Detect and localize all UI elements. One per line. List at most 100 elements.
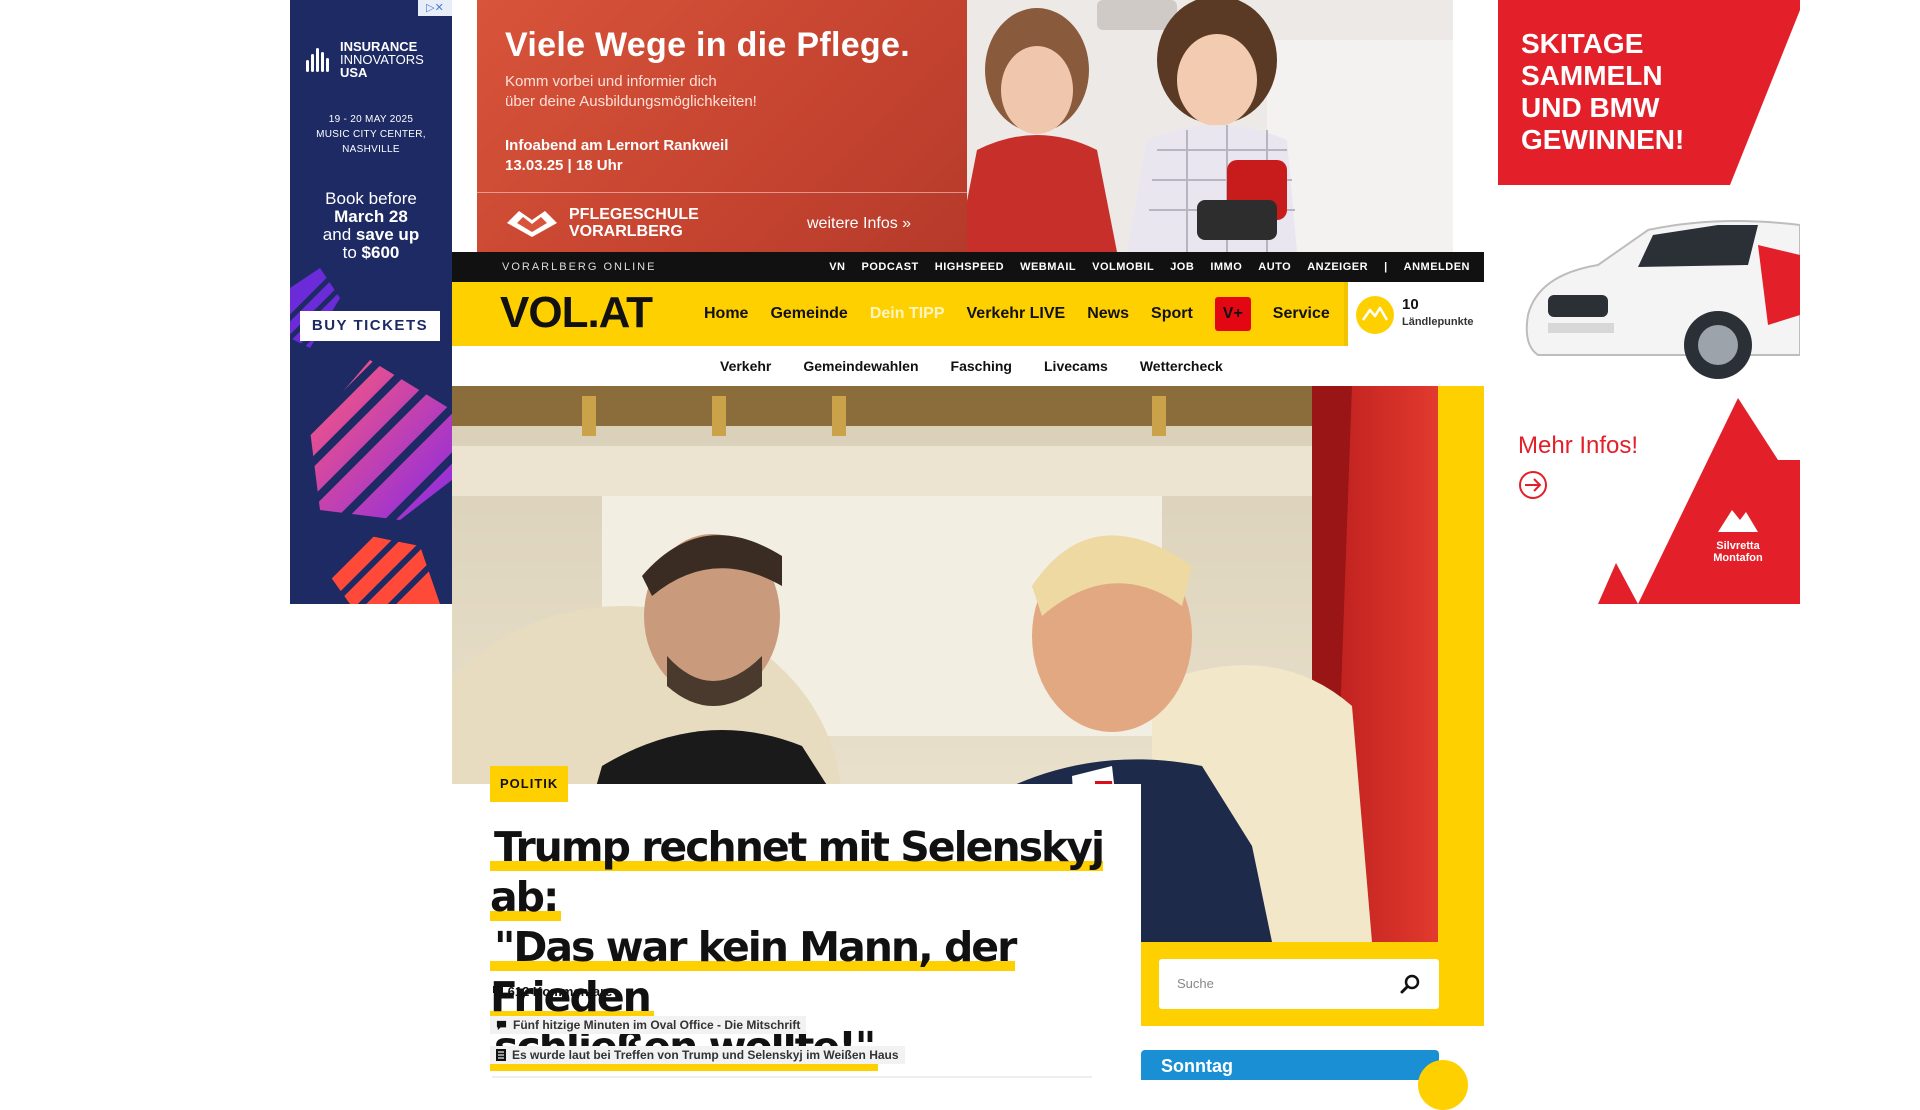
laendlepunkte-label: Ländlepunkte bbox=[1402, 316, 1474, 328]
ad-headline: Viele Wege in die Pflege. bbox=[505, 26, 910, 64]
book-line-4a: to bbox=[342, 243, 357, 262]
comment-icon bbox=[493, 986, 503, 996]
weather-widget[interactable]: Sonntag bbox=[1141, 1050, 1439, 1080]
adchoices-icon[interactable]: ▷✕ bbox=[418, 0, 452, 16]
ad-divider bbox=[477, 192, 967, 193]
topbar-separator: | bbox=[1384, 261, 1388, 273]
vol-at-logo[interactable]: VOL.AT bbox=[500, 288, 653, 338]
ad-subtext-line-1: Komm vorbei und informier dich bbox=[505, 73, 717, 90]
ad-event-title: Infoabend am Lernort Rankweil bbox=[505, 137, 729, 154]
pflegeschule-name: PFLEGESCHULE VORARLBERG bbox=[569, 206, 699, 240]
logo-bars-icon bbox=[306, 46, 334, 72]
nav-item-sport[interactable]: Sport bbox=[1151, 305, 1193, 323]
headline-article[interactable]: POLITIK Trump rechnet mit Selenskyj ab: … bbox=[452, 766, 1141, 1080]
ad-subtext: Komm vorbei und informier dich über dein… bbox=[505, 72, 865, 112]
ski-text-line-4: GEWINNEN! bbox=[1521, 124, 1685, 155]
document-icon bbox=[496, 1049, 506, 1061]
book-line-2: March 28 bbox=[334, 207, 408, 226]
book-line-3a: and bbox=[322, 225, 352, 244]
article-divider bbox=[492, 1076, 1092, 1078]
article-title[interactable]: Trump rechnet mit Selenskyj ab: "Das war… bbox=[490, 822, 1130, 1072]
subnav-item-fasching[interactable]: Fasching bbox=[951, 358, 1012, 374]
topbar-link-anmelden[interactable]: ANMELDEN bbox=[1404, 261, 1470, 273]
event-venue: MUSIC CITY CENTER, bbox=[316, 129, 426, 140]
search-placeholder: Suche bbox=[1177, 976, 1214, 991]
book-line-4b: $600 bbox=[361, 243, 400, 262]
brand-line-1: Silvretta bbox=[1716, 540, 1760, 552]
event-city: NASHVILLE bbox=[342, 144, 400, 155]
ski-text-line-2: SAMMELN bbox=[1521, 60, 1663, 91]
brand-line-2: Montafon bbox=[1713, 552, 1763, 564]
sub-navigation: Verkehr Gemeindewahlen Fasching Livecams… bbox=[452, 346, 1484, 386]
event-date: 19 - 20 MAY 2025 bbox=[328, 114, 414, 125]
decorative-stripes-red bbox=[330, 536, 452, 604]
logo-text-3: USA bbox=[340, 65, 368, 80]
nav-item-service[interactable]: Service bbox=[1273, 305, 1330, 323]
subnav-item-livecams[interactable]: Livecams bbox=[1044, 358, 1108, 374]
right-skyscraper-ad[interactable]: SKITAGE SAMMELN UND BMW GEWINNEN! Mehr I… bbox=[1498, 0, 1800, 604]
ski-text-line-1: SKITAGE bbox=[1521, 28, 1644, 59]
topbar-link-highspeed[interactable]: HIGHSPEED bbox=[935, 261, 1004, 273]
related-link-1[interactable]: Fünf hitzige Minuten im Oval Office - Di… bbox=[490, 1016, 807, 1034]
nav-item-verkehr-live[interactable]: Verkehr LIVE bbox=[967, 305, 1066, 323]
topbar-link-webmail[interactable]: WEBMAIL bbox=[1020, 261, 1076, 273]
silvretta-montafon-brand: Silvretta Montafon bbox=[1698, 540, 1778, 564]
sun-icon bbox=[1418, 1060, 1468, 1110]
article-title-line-2: "Das war kein Mann, der Frieden bbox=[490, 923, 1017, 1021]
insurance-innovators-logo: INSURANCE INNOVATORS USA bbox=[306, 40, 436, 80]
nav-item-dein-tipp[interactable]: Dein TIPP bbox=[870, 305, 945, 323]
pflegeschule-logo-icon bbox=[507, 211, 557, 237]
weitere-infos-link[interactable]: weitere Infos » bbox=[807, 215, 911, 233]
vorarlberg-online-label: VORARLBERG ONLINE bbox=[502, 261, 657, 273]
nav-item-home[interactable]: Home bbox=[704, 305, 748, 323]
search-icon[interactable] bbox=[1399, 973, 1421, 995]
vplus-button[interactable]: V+ bbox=[1214, 297, 1251, 331]
subnav-item-wettercheck[interactable]: Wettercheck bbox=[1140, 358, 1223, 374]
book-line-1: Book before bbox=[325, 189, 417, 208]
ski-promo-text: SKITAGE SAMMELN UND BMW GEWINNEN! bbox=[1521, 28, 1741, 156]
subnav-item-gemeindewahlen[interactable]: Gemeindewahlen bbox=[803, 358, 918, 374]
hero-yellow-strip bbox=[1438, 386, 1484, 942]
ad-event-date: 13.03.25 | 18 Uhr bbox=[505, 157, 623, 174]
ad-subtext-line-2: über deine Ausbildungsmöglichkeiten! bbox=[505, 93, 757, 110]
laendlepunkte-widget[interactable]: 10 Ländlepunkte bbox=[1344, 282, 1484, 346]
subnav-item-verkehr[interactable]: Verkehr bbox=[720, 358, 771, 374]
left-skyscraper-ad[interactable]: ▷✕ INSURANCE INNOVATORS USA 19 - 20 MAY … bbox=[290, 0, 452, 604]
nav-item-news[interactable]: News bbox=[1087, 305, 1129, 323]
event-dates: 19 - 20 MAY 2025 MUSIC CITY CENTER, NASH… bbox=[290, 112, 452, 157]
related-link-2[interactable]: Es wurde laut bei Treffen von Trump und … bbox=[490, 1046, 905, 1064]
ski-text-line-3: UND BMW bbox=[1521, 92, 1660, 123]
related-link-2-text: Es wurde laut bei Treffen von Trump und … bbox=[512, 1048, 899, 1062]
topbar-link-auto[interactable]: AUTO bbox=[1258, 261, 1291, 273]
book-line-3b: save up bbox=[355, 225, 420, 244]
school-name-line-1: PFLEGESCHULE bbox=[569, 206, 699, 223]
search-field[interactable]: Suche bbox=[1159, 959, 1439, 1009]
comments-count-text: 612 Kommentare bbox=[507, 984, 613, 999]
laendlepunkte-value: 10 bbox=[1402, 296, 1419, 313]
topbar-link-podcast[interactable]: PODCAST bbox=[862, 261, 919, 273]
decorative-stripes-pink bbox=[310, 360, 452, 520]
topbar-link-anzeiger[interactable]: ANZEIGER bbox=[1307, 261, 1368, 273]
topbar-link-job[interactable]: JOB bbox=[1170, 261, 1194, 273]
comment-icon bbox=[496, 1020, 507, 1030]
comments-count[interactable]: 612 Kommentare bbox=[492, 984, 612, 999]
buy-tickets-button[interactable]: BUY TICKETS bbox=[300, 311, 440, 341]
ad-photo-nurses bbox=[957, 0, 1453, 252]
book-offer: Book before March 28 and save up to $600 bbox=[290, 190, 452, 262]
topbar-link-volmobil[interactable]: VOLMOBIL bbox=[1092, 261, 1154, 273]
article-title-line-1: Trump rechnet mit Selenskyj ab: bbox=[490, 823, 1105, 921]
sub-nav-items: Verkehr Gemeindewahlen Fasching Livecams… bbox=[720, 346, 1223, 386]
mountain-graphic bbox=[1598, 398, 1800, 604]
topbar-link-immo[interactable]: IMMO bbox=[1210, 261, 1242, 273]
nav-item-gemeinde[interactable]: Gemeinde bbox=[770, 305, 847, 323]
school-name-line-2: VORARLBERG bbox=[569, 223, 683, 240]
topbar-link-vn[interactable]: VN bbox=[829, 261, 845, 273]
top-bar: VORARLBERG ONLINE VN PODCAST HIGHSPEED W… bbox=[452, 252, 1484, 282]
silvretta-logo-icon bbox=[1718, 510, 1758, 532]
bmw-car-image bbox=[1525, 220, 1800, 379]
category-tag[interactable]: POLITIK bbox=[490, 766, 569, 802]
top-banner-ad[interactable]: Viele Wege in die Pflege. Komm vorbei un… bbox=[477, 0, 1453, 252]
weather-day: Sonntag bbox=[1161, 1056, 1233, 1076]
top-bar-links: VN PODCAST HIGHSPEED WEBMAIL VOLMOBIL JO… bbox=[829, 252, 1470, 282]
main-nav-items: Home Gemeinde Dein TIPP Verkehr LIVE New… bbox=[704, 282, 1330, 346]
